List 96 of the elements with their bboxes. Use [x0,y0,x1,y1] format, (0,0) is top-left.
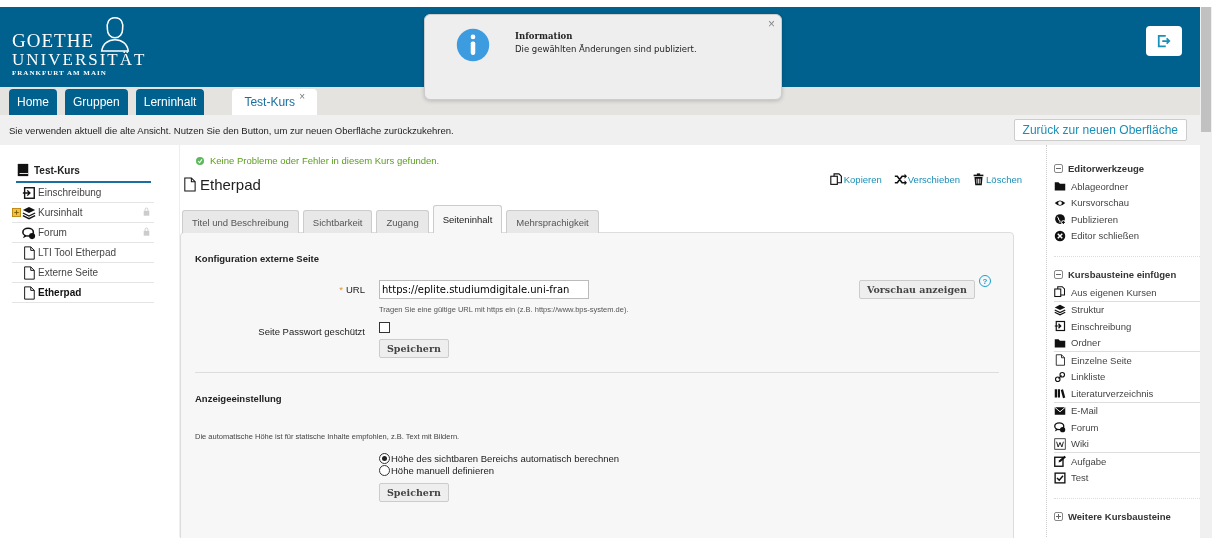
required-mark: * [339,284,343,297]
tool-item[interactable]: Literaturverzeichnis [1071,387,1154,399]
section-title[interactable]: Weitere Kursbausteine [1068,511,1171,522]
book-icon [16,163,30,177]
field-label: Seite Passwort geschützt [258,326,365,339]
tab[interactable]: Sichtbarkeit [302,210,373,233]
expand-toggle-icon[interactable] [12,208,21,217]
field-label: URL [346,284,365,297]
tool-item[interactable]: Publizieren [1071,213,1118,225]
scrollbar[interactable] [1200,7,1212,538]
check-circle-icon [196,156,204,165]
tree-item[interactable]: Kursinhalt [38,207,83,218]
switch-ui-button[interactable]: Zurück zur neuen Oberfläche [1013,119,1187,141]
chat-bubble-icon [22,225,36,240]
tool-item[interactable]: Wiki [1071,438,1089,450]
popup-title: Information [515,31,574,41]
tab[interactable]: Mehrsprachigkeit [506,210,599,233]
tab[interactable]: Titel und Beschreibung [182,210,299,233]
exit-icon [1157,34,1171,48]
envelope-icon [1054,404,1066,417]
toggle-icon[interactable] [1054,164,1063,173]
popup-message: Die gewählten Änderungen sind publiziert. [515,44,697,54]
section-heading: Konfiguration externe Seite [195,252,321,264]
folder-icon [1054,336,1066,349]
tool-item[interactable]: Ordner [1071,337,1101,349]
edit-icon [1054,455,1066,468]
page-icon [22,265,36,280]
action-label[interactable]: Löschen [986,174,1022,185]
radio-label: Höhe manuell definieren [391,465,494,476]
tree-item[interactable]: Externe Seite [38,267,99,278]
tool-item[interactable]: Aufgabe [1071,455,1107,467]
toggle-icon[interactable] [1054,512,1063,521]
status-message: Keine Probleme oder Fehler in diesem Kurs gefunden. [210,155,440,166]
layers-icon [22,205,36,220]
section-heading: Anzeigeeinstellung [195,392,283,404]
tool-item[interactable]: Einschreibung [1071,320,1132,332]
nav-tab[interactable]: Gruppen [65,89,128,115]
url-field[interactable]: https://eplite.studiumdigitale.uni-fran [379,280,589,299]
nav-tab[interactable]: Test-Kurs × [232,89,317,115]
tool-item[interactable]: Struktur [1071,304,1105,316]
tool-item[interactable]: Aus eigenen Kursen [1071,286,1157,298]
save-button[interactable]: Speichern [379,339,449,358]
tool-item[interactable]: Forum [1071,421,1099,433]
radio-button[interactable] [379,465,390,476]
save-button[interactable]: Speichern [379,483,449,502]
action-label[interactable]: Kopieren [843,174,882,185]
tool-item[interactable]: Einzelne Seite [1071,354,1132,366]
section-title[interactable]: Editorwerkzeuge [1068,163,1145,174]
page-icon [182,177,197,192]
radio-button[interactable] [379,453,390,464]
nav-tab[interactable]: Home [9,89,57,115]
enter-icon [22,185,36,200]
tree-item[interactable]: Etherpad [38,287,82,298]
close-tab-icon[interactable]: × [299,91,305,102]
page-icon [22,245,36,260]
tool-item[interactable]: Ablageordner [1071,180,1129,192]
tree-root-item[interactable]: Test-Kurs [16,163,151,183]
shuffle-icon [893,173,907,186]
globe-icon [1054,213,1066,226]
node-title: Etherpad [200,176,261,193]
tree-item[interactable]: Forum [38,227,67,238]
toggle-icon[interactable] [1054,270,1063,279]
tool-item[interactable]: Editor schließen [1071,230,1140,242]
info-icon [455,27,491,63]
tool-item[interactable]: Kursvorschau [1071,197,1130,209]
tree-item[interactable]: Einschreibung [38,187,102,198]
page-icon [1054,354,1066,367]
tree-item[interactable]: LTI Tool Etherpad [38,247,116,258]
tab[interactable]: Zugang [376,210,429,233]
checkbox-icon [1054,471,1066,484]
enter-icon [1054,320,1066,333]
page-icon [22,285,36,300]
action-label[interactable]: Verschieben [907,174,961,185]
tool-item[interactable]: E-Mail [1071,405,1098,417]
preview-button[interactable]: Vorschau anzeigen [859,280,975,299]
tool-item[interactable]: Test [1071,472,1089,484]
trash-icon [972,173,986,186]
radio-label: Höhe des sichtbaren Bereichs automatisch berechnen [391,453,620,464]
tool-item[interactable]: Linkliste [1071,371,1106,383]
nav-tab[interactable]: Lerninhalt [135,89,205,115]
folder-icon [1054,180,1066,193]
link-icon [1054,370,1066,383]
tab[interactable]: Seiteninhalt [432,205,503,233]
chat-bubble-icon [1054,421,1066,434]
section-title[interactable]: Kursbausteine einfügen [1068,269,1177,280]
wiki-icon [1054,437,1066,450]
close-circle-icon [1054,229,1066,242]
logo-text: UNIVERSITÄT [12,51,147,69]
copy-icon [829,173,843,186]
checkbox[interactable] [379,322,390,333]
copy-icon [1054,286,1066,299]
notice-text: Sie verwenden aktuell die alte Ansicht. Nutzen Sie den Button, um zur neuen Oberfläche zurückzukehren. [9,124,454,136]
layers-icon [1054,303,1066,316]
logout-button[interactable] [1146,26,1182,56]
logo-text: GOETHE [12,31,94,51]
books-icon [1054,387,1066,400]
